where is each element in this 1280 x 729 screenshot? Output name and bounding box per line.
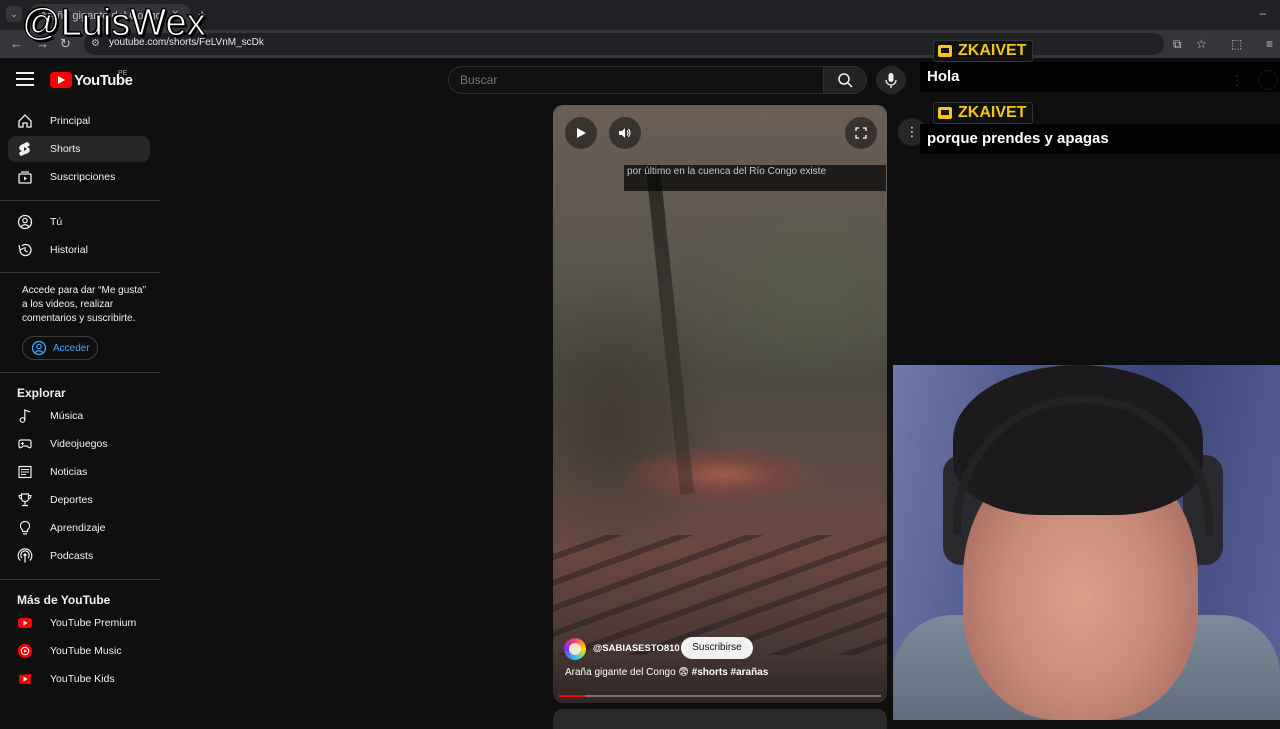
channel-name[interactable]: @SABIASESTO810 (593, 643, 680, 654)
sidebar-item-tu[interactable]: Tú (8, 209, 150, 235)
sidebar-item-label: Música (50, 410, 84, 422)
music-icon (17, 408, 33, 424)
microphone-icon (885, 73, 897, 88)
history-icon (17, 242, 33, 258)
gamepad-icon (17, 436, 33, 452)
channel-avatar[interactable] (564, 638, 586, 660)
crown-icon (938, 107, 952, 119)
streamer-watermark: @LuisWex (22, 2, 207, 45)
signin-button[interactable]: Acceder (22, 336, 98, 360)
sidebar-item-label: Shorts (50, 143, 81, 155)
short-video-player[interactable] (553, 105, 887, 703)
sidebar-item-label: Principal (50, 115, 91, 127)
minimize-window-icon[interactable]: – (1259, 6, 1266, 20)
extensions-icon[interactable]: ⬚ (1231, 37, 1242, 51)
video-hashtags[interactable]: #shorts #arañas (692, 667, 769, 678)
chat-message: porque prendes y apagas (920, 124, 1280, 154)
next-short-preview[interactable] (553, 709, 887, 729)
fullscreen-icon (855, 127, 867, 139)
youtube-premium-icon (17, 615, 33, 631)
sidebar-item-label: Suscripciones (50, 171, 116, 183)
sidebar-item-label: Aprendizaje (50, 522, 106, 534)
video-title-text: Araña gigante del Congo (565, 667, 676, 678)
sidebar-item-historial[interactable]: Historial (8, 237, 150, 263)
sidebar-item-musica[interactable]: Música (8, 403, 150, 429)
signin-button-label: Acceder (53, 342, 90, 354)
volume-icon (619, 128, 631, 138)
country-code: PE (118, 70, 128, 77)
crown-icon (938, 45, 952, 57)
youtube-kids-icon (17, 671, 33, 687)
user-icon (17, 214, 33, 230)
news-icon (17, 464, 33, 480)
sidebar-divider (0, 372, 160, 373)
home-icon (17, 113, 33, 129)
video-progress-bar[interactable] (559, 695, 881, 697)
sidebar-item-podcasts[interactable]: Podcasts (8, 543, 150, 569)
trophy-icon (17, 492, 33, 508)
chat-username: ZKAIVET (958, 104, 1027, 121)
sidebar-item-label: Videojuegos (50, 438, 108, 450)
youtube-music-icon (17, 643, 33, 659)
video-caption: por último en la cuenca del Río Congo ex… (624, 165, 886, 191)
subscribe-button[interactable]: Suscribirse (681, 637, 753, 659)
search-icon (838, 73, 853, 88)
sidebar-item-noticias[interactable]: Noticias (8, 459, 150, 485)
sidebar-item-label: Deportes (50, 494, 93, 506)
fullscreen-button[interactable] (845, 117, 877, 149)
subscriptions-icon (17, 169, 33, 185)
sidebar-item-principal[interactable]: Principal (8, 108, 150, 134)
chat-message: Hola (920, 62, 1280, 92)
video-title-emoji: 😨 (678, 667, 689, 678)
install-app-icon[interactable]: ⧉ (1173, 37, 1182, 52)
sidebar-item-label: Historial (50, 244, 88, 256)
sidebar-item-videojuegos[interactable]: Videojuegos (8, 431, 150, 457)
sidebar-item-label: Noticias (50, 466, 88, 478)
play-button[interactable] (565, 117, 597, 149)
sidebar-item-suscripciones[interactable]: Suscripciones (8, 164, 150, 190)
sidebar-item-label: YouTube Premium (50, 617, 137, 629)
tab-search-icon[interactable]: ⌄ (6, 6, 22, 22)
sidebar-item-label: YouTube Music (50, 645, 122, 657)
podcast-icon (17, 548, 33, 564)
search-button[interactable] (823, 66, 867, 94)
search-input[interactable] (460, 73, 810, 87)
sidebar-item-label: Podcasts (50, 550, 94, 562)
volume-button[interactable] (609, 117, 641, 149)
video-title[interactable]: Araña gigante del Congo 😨 #shorts #araña… (565, 667, 768, 678)
sidebar-item-aprendizaje[interactable]: Aprendizaje (8, 515, 150, 541)
sidebar-item-youtube-premium[interactable]: YouTube Premium (8, 610, 150, 636)
signin-prompt: Accede para dar “Me gusta” a los videos,… (22, 285, 146, 324)
streamer-webcam (893, 365, 1280, 720)
sidebar-item-deportes[interactable]: Deportes (8, 487, 150, 513)
reading-list-icon[interactable]: ≡ (1266, 37, 1273, 51)
bookmark-star-icon[interactable]: ☆ (1196, 37, 1207, 51)
youtube-play-icon (50, 72, 72, 88)
explore-heading: Explorar (17, 386, 66, 400)
sidebar-item-label: Tú (50, 216, 63, 228)
sidebar-item-youtube-kids[interactable]: YouTube Kids (8, 666, 150, 692)
lightbulb-icon (17, 520, 33, 536)
voice-search-button[interactable] (876, 66, 906, 94)
chat-username: ZKAIVET (958, 42, 1027, 59)
play-icon (577, 128, 586, 138)
sidebar-item-youtube-music[interactable]: YouTube Music (8, 638, 150, 664)
sidebar-divider (0, 579, 160, 580)
more-from-youtube-heading: Más de YouTube (17, 593, 111, 607)
video-progress-fill (559, 695, 585, 697)
chat-username-badge: ZKAIVET (933, 102, 1034, 124)
hamburger-menu-icon[interactable] (16, 72, 34, 86)
sidebar-item-label: YouTube Kids (50, 673, 115, 685)
shorts-icon (17, 141, 33, 157)
sidebar-divider (0, 200, 160, 201)
account-icon (31, 340, 47, 356)
sidebar-divider (0, 272, 160, 273)
chat-username-badge: ZKAIVET (933, 40, 1034, 62)
sidebar-item-shorts[interactable]: Shorts (8, 136, 150, 162)
